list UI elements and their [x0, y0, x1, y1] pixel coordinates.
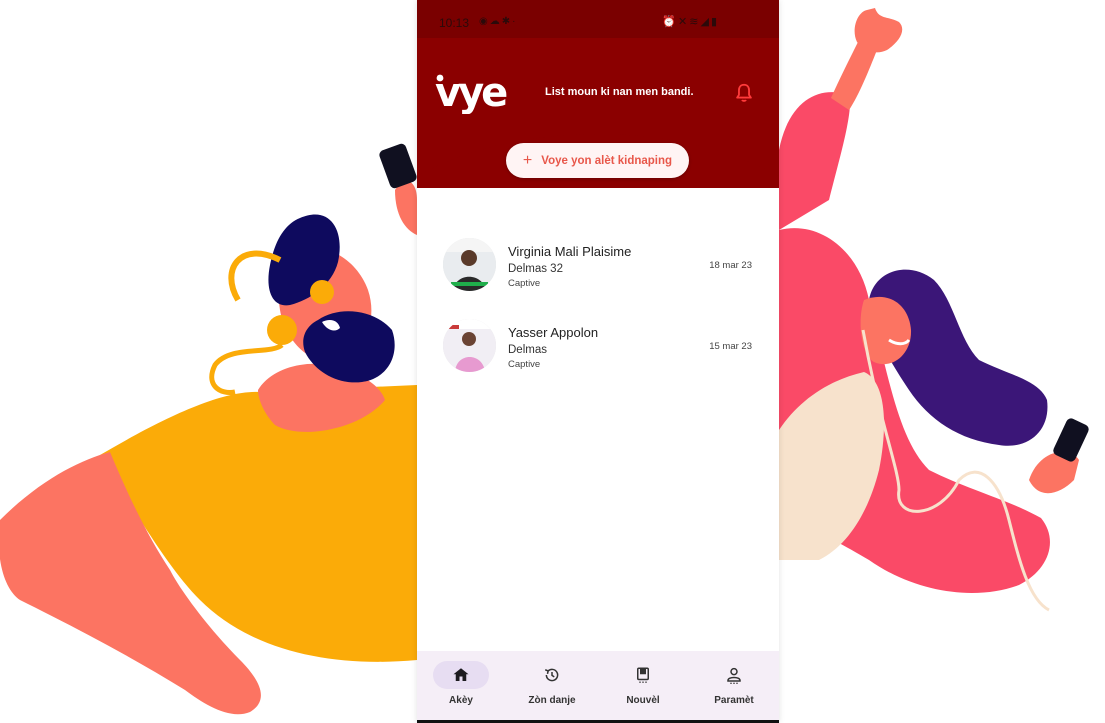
nav-news-label: Nouvèl — [626, 695, 660, 706]
cloud-icon: ☁ — [489, 16, 502, 27]
nav-danger-zone-label: Zòn danje — [528, 695, 576, 706]
victim-zone: Delmas 32 — [508, 263, 563, 275]
right-illustration — [779, 0, 1105, 723]
nav-settings-label: Paramèt — [714, 695, 754, 706]
profile-icon — [706, 661, 762, 689]
app-logo: vye — [435, 70, 510, 114]
status-right-icons: ⏰✕≋◢▮ — [662, 15, 719, 28]
battery-icon: ▮ — [710, 16, 719, 28]
phone-screen: 10:13 ◉☁✱· ⏰✕≋◢▮ vye List moun ki nan me… — [417, 0, 779, 723]
victim-list: Virginia Mali Plaisime Delmas 32 Captive… — [417, 230, 779, 392]
victim-status: Captive — [508, 359, 541, 370]
bell-icon[interactable] — [733, 82, 755, 104]
status-left-icons: ◉☁✱· — [479, 16, 517, 27]
victim-date: 15 mar 23 — [709, 341, 752, 352]
nav-home[interactable]: Akèy — [421, 661, 501, 706]
avatar — [443, 319, 496, 372]
nav-news[interactable]: Nouvèl — [603, 661, 683, 706]
list-item[interactable]: Virginia Mali Plaisime Delmas 32 Captive… — [417, 230, 779, 311]
avatar — [443, 238, 496, 291]
nav-danger-zone[interactable]: Zòn danje — [512, 661, 592, 706]
victim-name: Yasser Appolon — [508, 325, 599, 340]
bottom-navigation: Akèy Zòn danje Nouvèl Paramèt — [417, 651, 779, 723]
header-tagline: List moun ki nan men bandi. — [545, 86, 694, 98]
wifi-icon: ≋ — [689, 16, 701, 28]
nav-home-label: Akèy — [449, 695, 473, 706]
list-item[interactable]: Yasser Appolon Delmas Captive 15 mar 23 — [417, 311, 779, 392]
home-icon — [433, 661, 489, 689]
dot-icon: · — [512, 16, 518, 27]
send-alert-button[interactable]: + Voye yon alèt kidnaping — [506, 143, 689, 178]
plus-icon: + — [522, 151, 533, 169]
send-alert-label: Voye yon alèt kidnaping — [541, 154, 673, 167]
left-illustration — [0, 0, 417, 723]
mute-icon: ✕ — [678, 16, 690, 28]
victim-name: Virginia Mali Plaisime — [508, 244, 632, 259]
signal-icon: ◢ — [700, 16, 711, 28]
messenger-icon: ◉ — [479, 16, 490, 27]
victim-date: 18 mar 23 — [709, 260, 752, 271]
status-time: 10:13 — [439, 16, 470, 30]
book-icon — [615, 661, 671, 689]
victim-status: Captive — [508, 278, 541, 289]
history-icon — [524, 661, 580, 689]
victim-zone: Delmas — [508, 344, 547, 356]
settings-icon: ✱ — [501, 16, 513, 27]
svg-text:vye: vye — [435, 70, 507, 114]
alarm-icon: ⏰ — [662, 16, 679, 28]
nav-settings[interactable]: Paramèt — [694, 661, 774, 706]
